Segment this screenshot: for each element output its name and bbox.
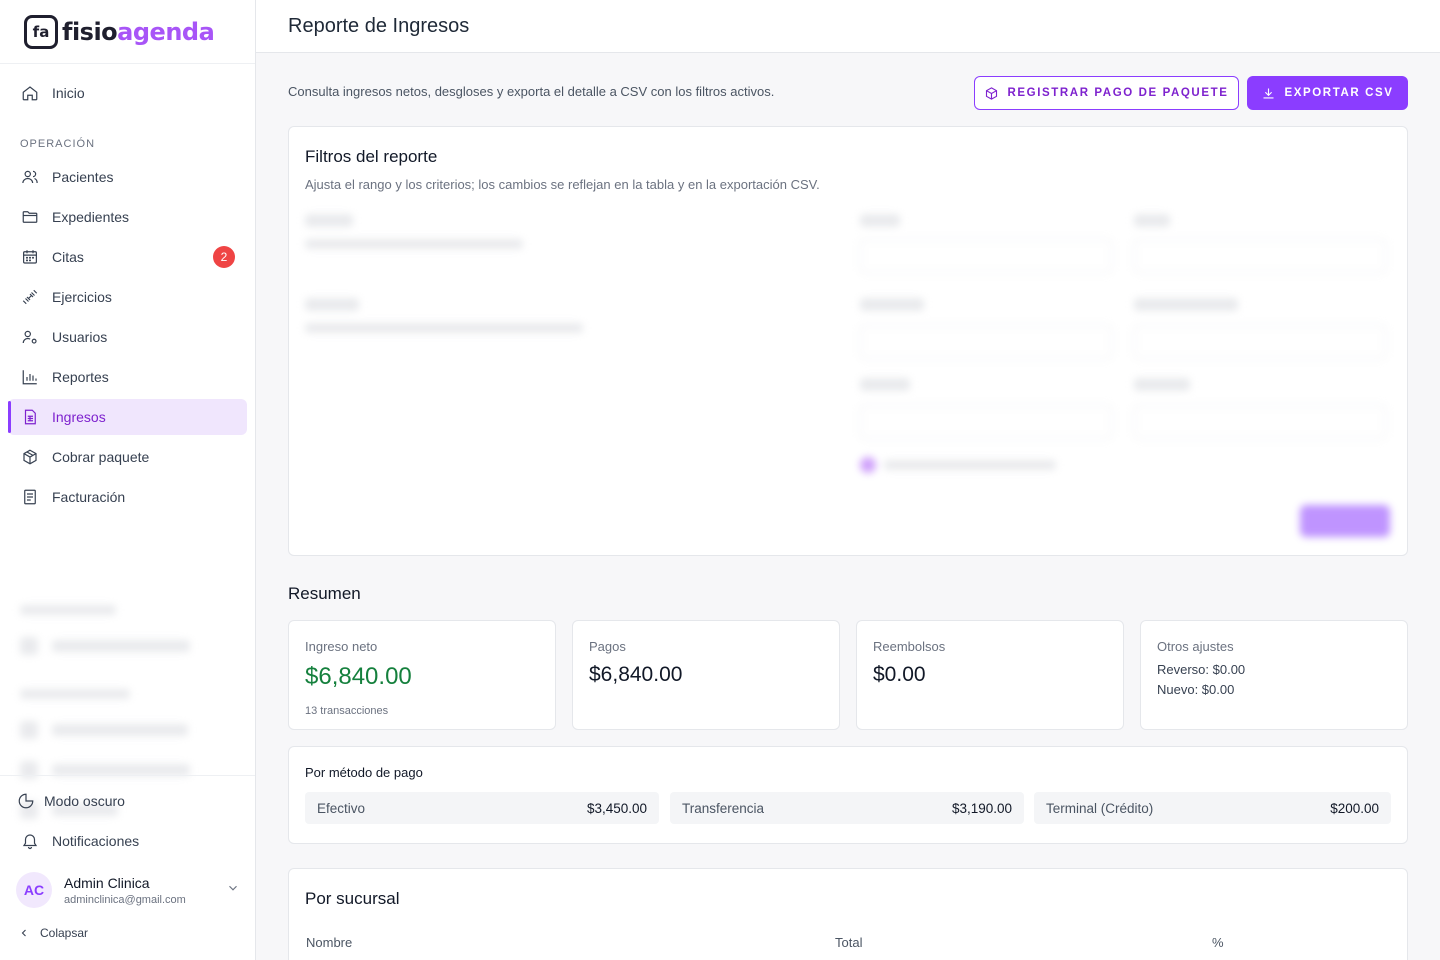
download-icon bbox=[1261, 86, 1276, 101]
bell-icon bbox=[20, 831, 40, 851]
bar-chart-icon bbox=[20, 367, 40, 387]
sidebar-item-reportes[interactable]: Reportes bbox=[8, 359, 247, 395]
section-label-operacion: OPERACIÓN bbox=[20, 138, 96, 150]
payments-value: $6,840.00 bbox=[589, 663, 683, 686]
column-header-name[interactable]: Nombre bbox=[306, 935, 352, 950]
payment-methods-title: Por método de pago bbox=[305, 765, 423, 780]
page-subtitle: Consulta ingresos netos, desgloses y exp… bbox=[288, 84, 775, 99]
sidebar-item-expedientes[interactable]: Expedientes bbox=[8, 199, 247, 235]
sidebar-item-citas[interactable]: Citas 2 bbox=[8, 239, 247, 275]
payment-method-item: Transferencia $3,190.00 bbox=[670, 792, 1024, 824]
dark-mode-toggle[interactable]: Modo oscuro bbox=[4, 783, 243, 819]
other-adjustments-label: Otros ajustes bbox=[1157, 639, 1234, 654]
package-icon bbox=[984, 86, 999, 101]
folder-icon bbox=[20, 207, 40, 227]
receipt-icon bbox=[20, 487, 40, 507]
refunds-card: Reembolsos $0.00 bbox=[856, 620, 1124, 730]
register-package-payment-button[interactable]: REGISTRAR PAGO DE PAQUETE bbox=[974, 76, 1239, 110]
dumbbell-icon bbox=[20, 287, 40, 307]
sidebar-item-ejercicios[interactable]: Ejercicios bbox=[8, 279, 247, 315]
net-income-value: $6,840.00 bbox=[305, 663, 412, 690]
transactions-count: 13 transacciones bbox=[305, 705, 389, 717]
sidebar-divider bbox=[0, 775, 255, 776]
sidebar-item-ingresos[interactable]: Ingresos bbox=[8, 399, 247, 435]
logo-text: fisioagenda bbox=[62, 17, 215, 46]
chevron-down-icon[interactable] bbox=[226, 881, 240, 900]
payment-method-item: Terminal (Crédito) $200.00 bbox=[1034, 792, 1391, 824]
net-income-label: Ingreso neto bbox=[305, 639, 378, 654]
chevron-left-icon bbox=[18, 927, 30, 939]
calendar-icon bbox=[20, 247, 40, 267]
user-name: Admin Clinica bbox=[64, 874, 150, 891]
sidebar: fa fisioagenda Inicio OPERACIÓN Paciente… bbox=[0, 0, 256, 960]
sidebar-item-pacientes[interactable]: Pacientes bbox=[8, 159, 247, 195]
moon-icon bbox=[16, 791, 36, 811]
column-header-percent[interactable]: % bbox=[1212, 935, 1224, 950]
page-title: Reporte de Ingresos bbox=[288, 15, 470, 37]
refunds-value: $0.00 bbox=[873, 663, 926, 686]
new-amount: Nuevo: $0.00 bbox=[1157, 682, 1235, 697]
sidebar-item-facturacion[interactable]: Facturación bbox=[8, 479, 247, 515]
logo[interactable]: fa fisioagenda bbox=[0, 0, 255, 64]
branches-title: Por sucursal bbox=[305, 889, 400, 908]
package-icon bbox=[20, 447, 40, 467]
logo-mark: fa bbox=[24, 14, 58, 49]
payment-method-item: Efectivo $3,450.00 bbox=[305, 792, 659, 824]
payment-methods-card: Por método de pago Efectivo $3,450.00 Tr… bbox=[288, 746, 1408, 844]
user-gear-icon bbox=[20, 327, 40, 347]
payments-card: Pagos $6,840.00 bbox=[572, 620, 840, 730]
branches-card: Por sucursal Nombre Total % bbox=[288, 868, 1408, 960]
sidebar-item-inicio[interactable]: Inicio bbox=[8, 75, 247, 111]
refunds-label: Reembolsos bbox=[873, 639, 946, 654]
home-icon bbox=[20, 83, 40, 103]
collapse-sidebar-button[interactable]: Colapsar bbox=[18, 926, 88, 940]
reverse-amount: Reverso: $0.00 bbox=[1157, 662, 1246, 677]
notifications-button[interactable]: Notificaciones bbox=[8, 823, 247, 859]
citas-count-badge: 2 bbox=[213, 246, 235, 268]
summary-title: Resumen bbox=[288, 584, 361, 603]
top-bar: Reporte de Ingresos bbox=[256, 0, 1440, 53]
other-adjustments-card: Otros ajustes Reverso: $0.00 Nuevo: $0.0… bbox=[1140, 620, 1408, 730]
column-header-total[interactable]: Total bbox=[835, 935, 862, 950]
filters-card: Filtros del reporte Ajusta el rango y lo… bbox=[288, 126, 1408, 556]
sidebar-item-cobrar-paquete[interactable]: Cobrar paquete bbox=[8, 439, 247, 475]
filters-description: Ajusta el rango y los criterios; los cam… bbox=[305, 177, 820, 192]
export-csv-button[interactable]: EXPORTAR CSV bbox=[1247, 76, 1408, 110]
net-income-card: Ingreso neto $6,840.00 13 transacciones bbox=[288, 620, 556, 730]
filters-title: Filtros del reporte bbox=[305, 147, 438, 166]
user-menu[interactable]: AC Admin Clinica adminclinica@gmail.com bbox=[16, 870, 240, 910]
spreadsheet-icon bbox=[20, 407, 40, 427]
user-email: adminclinica@gmail.com bbox=[64, 893, 186, 906]
sidebar-item-usuarios[interactable]: Usuarios bbox=[8, 319, 247, 355]
users-icon bbox=[20, 167, 40, 187]
avatar: AC bbox=[16, 872, 52, 908]
payments-label: Pagos bbox=[589, 639, 626, 654]
